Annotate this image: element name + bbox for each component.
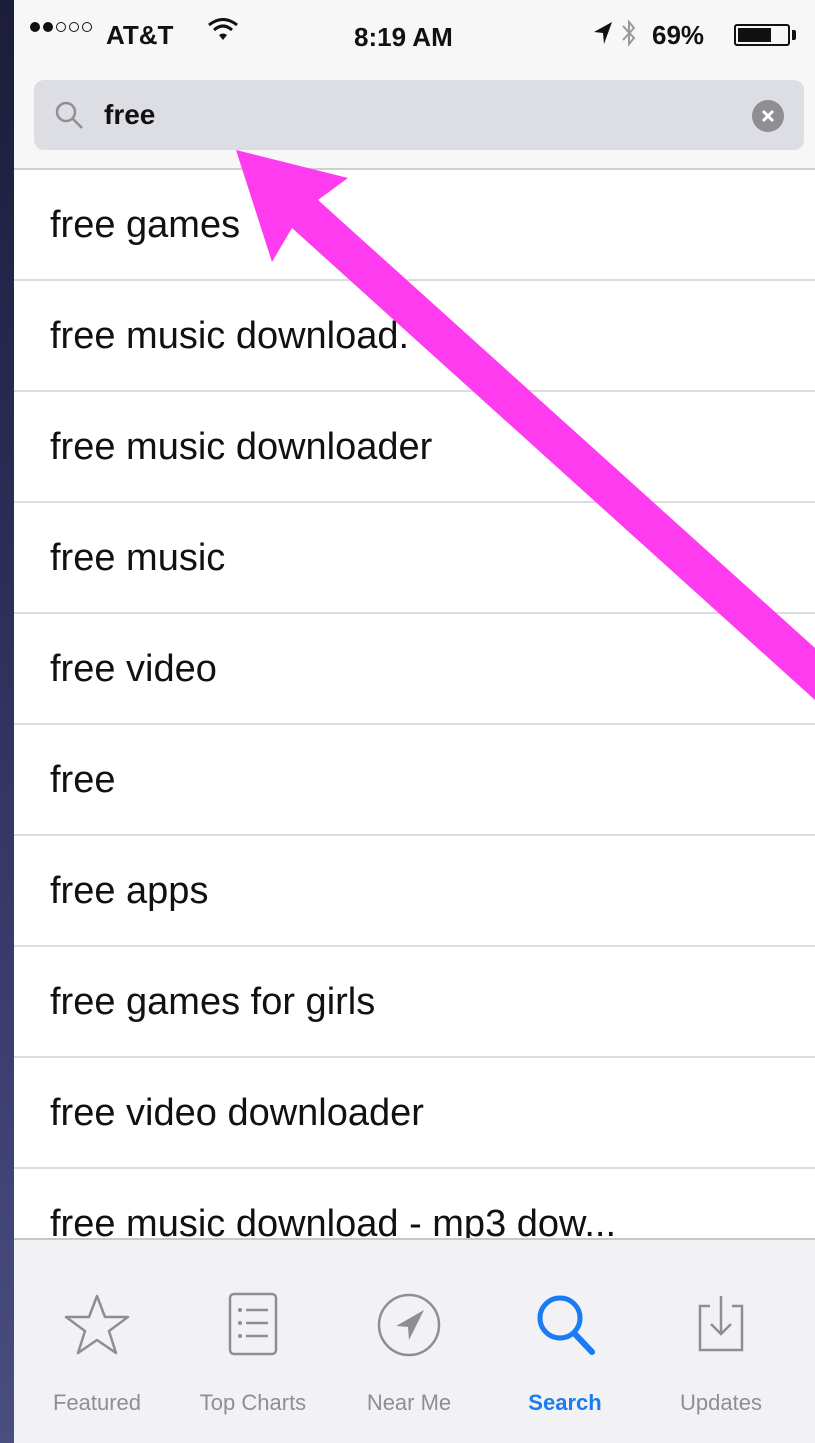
tab-label: Top Charts — [199, 1390, 307, 1415]
tab-search[interactable]: Search — [490, 1240, 640, 1443]
clear-icon — [761, 109, 775, 123]
suggestion-item[interactable]: free music — [14, 503, 815, 614]
tab-featured[interactable]: Featured — [22, 1240, 172, 1443]
suggestion-item[interactable]: free games for girls — [14, 947, 815, 1058]
tab-near-me[interactable]: Near Me — [334, 1240, 484, 1443]
download-icon — [686, 1290, 756, 1360]
search-bar[interactable] — [34, 80, 804, 150]
tab-label: Featured — [52, 1390, 142, 1415]
battery-nub — [792, 30, 796, 40]
battery-level-fill — [738, 28, 771, 42]
star-icon — [62, 1290, 132, 1360]
search-suggestions-list: free games free music download. free mus… — [14, 170, 815, 1280]
search-input[interactable] — [104, 92, 724, 138]
clock-time: 8:19 AM — [354, 22, 453, 52]
suggestion-item[interactable]: free video — [14, 614, 815, 725]
tab-top-charts[interactable]: Top Charts — [178, 1240, 328, 1443]
suggestion-item[interactable]: free music download. — [14, 281, 815, 392]
status-bar: AT&T 8:19 AM 69% — [14, 0, 815, 70]
suggestion-item[interactable]: free apps — [14, 836, 815, 947]
bluetooth-icon — [620, 18, 638, 55]
app-screen: AT&T 8:19 AM 69% free free games free mu… — [14, 0, 815, 1443]
battery-percent: 69% — [652, 20, 705, 50]
clear-search-button[interactable] — [752, 100, 784, 132]
location-icon — [374, 1290, 444, 1360]
tab-bar: Featured Top Charts Near Me Search Updat… — [14, 1238, 815, 1443]
list-icon — [218, 1290, 288, 1360]
search-icon — [54, 100, 84, 135]
battery-icon — [734, 24, 790, 46]
signal-strength-icon — [30, 22, 92, 32]
tab-label: Updates — [680, 1390, 762, 1415]
tab-updates[interactable]: Updates — [646, 1240, 796, 1443]
tab-label: Search — [528, 1390, 602, 1415]
suggestion-item[interactable]: free games — [14, 170, 815, 281]
location-arrow-icon — [592, 20, 614, 53]
suggestion-item[interactable]: free — [14, 725, 815, 836]
tab-label: Near Me — [366, 1390, 452, 1415]
suggestion-item[interactable]: free music downloader — [14, 392, 815, 503]
wifi-icon — [208, 18, 238, 51]
carrier-label: AT&T — [106, 20, 174, 50]
search-icon — [530, 1290, 600, 1360]
suggestion-item[interactable]: free video downloader — [14, 1058, 815, 1169]
